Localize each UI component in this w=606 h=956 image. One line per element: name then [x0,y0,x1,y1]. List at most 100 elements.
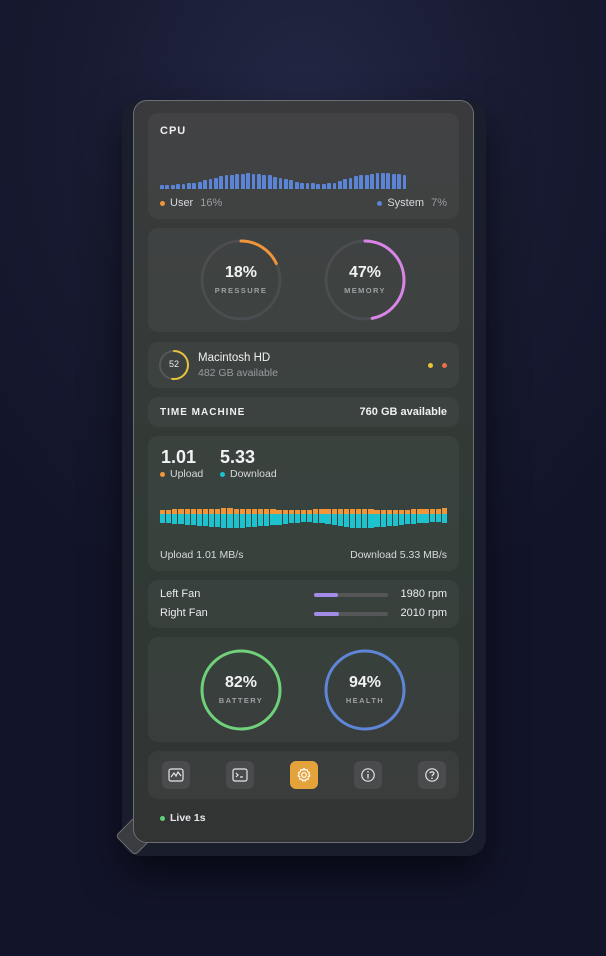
download-bar [356,514,362,528]
memory-gauge: 47% MEMORY [324,239,406,321]
cpu-bar [213,177,218,189]
disk-card[interactable]: 52 Macintosh HD 482 GB available [148,342,459,388]
cpu-bar [348,177,353,189]
cpu-bar [337,181,342,189]
download-bar [282,514,288,524]
help-button[interactable] [418,761,446,789]
download-bar [184,514,190,525]
battery-value: 82% [224,674,258,691]
cpu-bar [327,183,331,189]
download-label: Download [230,468,277,480]
cpu-bar [278,177,283,189]
download-bar [258,514,264,526]
cpu-bar [251,173,256,189]
cpu-bar [186,183,191,189]
live-label: Live 1s [170,812,206,824]
disk-usage-ring: 52 [158,349,190,381]
cpu-title: CPU [160,125,187,137]
download-bar [172,514,178,524]
toolbar [148,751,459,799]
cpu-user-value: 16% [200,197,223,209]
cpu-bar [208,179,213,189]
cpu-bar [160,185,164,189]
download-bar [300,514,307,522]
download-bar [349,514,356,528]
terminal-button[interactable] [226,761,254,789]
cpu-bar [289,180,294,189]
download-bar [276,514,282,525]
download-bar [319,514,325,523]
pressure-value: 18% [224,264,258,281]
cpu-bar [283,179,288,189]
disk-indicator-dot [428,363,433,368]
cpu-card: CPU User 16% System 7% [148,113,459,219]
cpu-bar [267,175,272,189]
download-bar [196,514,202,526]
live-indicator-dot [160,815,165,821]
time-machine-available: 760 GB available [359,406,447,418]
network-history-chart [160,508,448,530]
download-bar [343,514,350,527]
download-bar [405,514,411,524]
pressure-memory-card: 18% PRESSURE 47% MEMORY [148,228,459,332]
cpu-bar [402,174,407,189]
cpu-bar [224,175,229,189]
info-button[interactable] [354,761,382,789]
download-bar [202,514,209,526]
download-bar [386,514,392,526]
cpu-bar [197,181,202,189]
cpu-bar [397,173,401,189]
time-machine-label: TIME MACHINE [160,407,246,418]
system-monitor-panel: CPU User 16% System 7% 18% PRESSURE 47% [133,100,474,843]
help-icon [425,768,439,782]
user-dot [160,200,165,206]
download-bar [264,514,270,526]
download-bar [435,514,441,522]
left-fan-fill [314,593,339,597]
cpu-history-chart [160,169,407,189]
cpu-bar [386,173,391,189]
download-bar [239,514,245,528]
download-bar [313,514,319,523]
cpu-bar [391,173,396,189]
disk-available: 482 GB available [198,367,278,379]
download-bar [441,514,448,523]
cpu-bar [310,183,315,189]
cpu-user-legend: User 16% [160,197,222,209]
download-legend: Download [220,468,277,480]
battery-health-card: 82% BATTERY 94% HEALTH [148,637,459,742]
network-card: 1.01 5.33 Upload Download Upload 1.01 MB… [148,436,459,571]
upload-label: Upload [170,468,204,480]
battery-gauge: 82% BATTERY [200,649,282,731]
download-bar [392,514,399,526]
cpu-bar [176,184,180,189]
download-bar [245,514,251,527]
settings-button[interactable] [290,761,318,789]
upload-value: 1.01 [161,447,197,467]
download-bar [288,514,294,523]
cpu-bar [375,173,380,189]
battery-label: BATTERY [218,696,264,705]
cpu-bar [316,184,321,189]
pressure-label: PRESSURE [214,286,268,295]
disk-badge: 52 [168,359,179,369]
cpu-bar [230,174,234,189]
cpu-bar [354,176,358,189]
download-bar [270,514,276,525]
cpu-bar [321,184,326,189]
activity-button[interactable] [162,761,190,789]
cpu-bar [273,177,277,189]
memory-value: 47% [348,264,382,281]
cpu-bar [203,180,207,189]
download-bar [429,514,435,522]
cpu-bar [181,184,186,189]
download-bar [160,514,166,523]
cpu-user-label: User [170,197,194,209]
time-machine-card[interactable]: TIME MACHINE 760 GB available [148,397,459,427]
cpu-bar [381,173,385,189]
left-fan-label: Left Fan [160,588,201,600]
cpu-bar [170,185,175,189]
download-bar [221,514,227,528]
cpu-bar [370,173,375,189]
disk-indicator-dot [442,363,447,368]
